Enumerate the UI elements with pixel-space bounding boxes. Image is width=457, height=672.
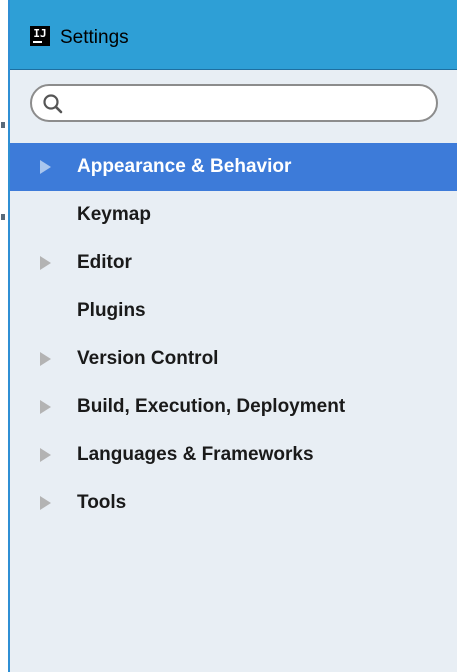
- background-fragment: [1, 214, 5, 220]
- tree-item-build-execution-deployment[interactable]: Build, Execution, Deployment: [10, 383, 457, 431]
- tree-item-editor[interactable]: Editor: [10, 239, 457, 287]
- background-fragment: [1, 122, 5, 128]
- expand-arrow-icon[interactable]: [40, 160, 51, 174]
- tree-item-keymap[interactable]: Keymap: [10, 191, 457, 239]
- tree-item-tools[interactable]: Tools: [10, 479, 457, 527]
- expand-arrow-icon[interactable]: [40, 400, 51, 414]
- intellij-app-icon: IJ: [30, 26, 50, 46]
- tree-item-plugins[interactable]: Plugins: [10, 287, 457, 335]
- tree-item-label: Editor: [77, 252, 132, 273]
- tree-item-label: Build, Execution, Deployment: [77, 396, 346, 417]
- window-left-edge: [0, 0, 10, 672]
- search-icon: [43, 94, 63, 114]
- tree-item-label: Version Control: [77, 348, 219, 369]
- expand-arrow-icon[interactable]: [40, 448, 51, 462]
- window-title: Settings: [60, 27, 129, 48]
- tree-item-label: Plugins: [77, 300, 146, 321]
- settings-tree: Appearance & Behavior Keymap Editor Plug…: [10, 143, 457, 527]
- search-input[interactable]: [72, 90, 424, 116]
- title-bar[interactable]: IJ Settings: [10, 0, 457, 70]
- expand-arrow-icon[interactable]: [40, 352, 51, 366]
- tree-item-appearance-behavior[interactable]: Appearance & Behavior: [10, 143, 457, 191]
- search-box[interactable]: [30, 84, 438, 122]
- expand-arrow-icon[interactable]: [40, 256, 51, 270]
- settings-sidebar: Appearance & Behavior Keymap Editor Plug…: [10, 70, 457, 672]
- tree-item-label: Appearance & Behavior: [77, 156, 292, 177]
- tree-item-label: Tools: [77, 492, 127, 513]
- tree-item-languages-frameworks[interactable]: Languages & Frameworks: [10, 431, 457, 479]
- tree-item-label: Languages & Frameworks: [77, 444, 314, 465]
- tree-item-label: Keymap: [77, 204, 151, 225]
- tree-item-version-control[interactable]: Version Control: [10, 335, 457, 383]
- expand-arrow-icon[interactable]: [40, 496, 51, 510]
